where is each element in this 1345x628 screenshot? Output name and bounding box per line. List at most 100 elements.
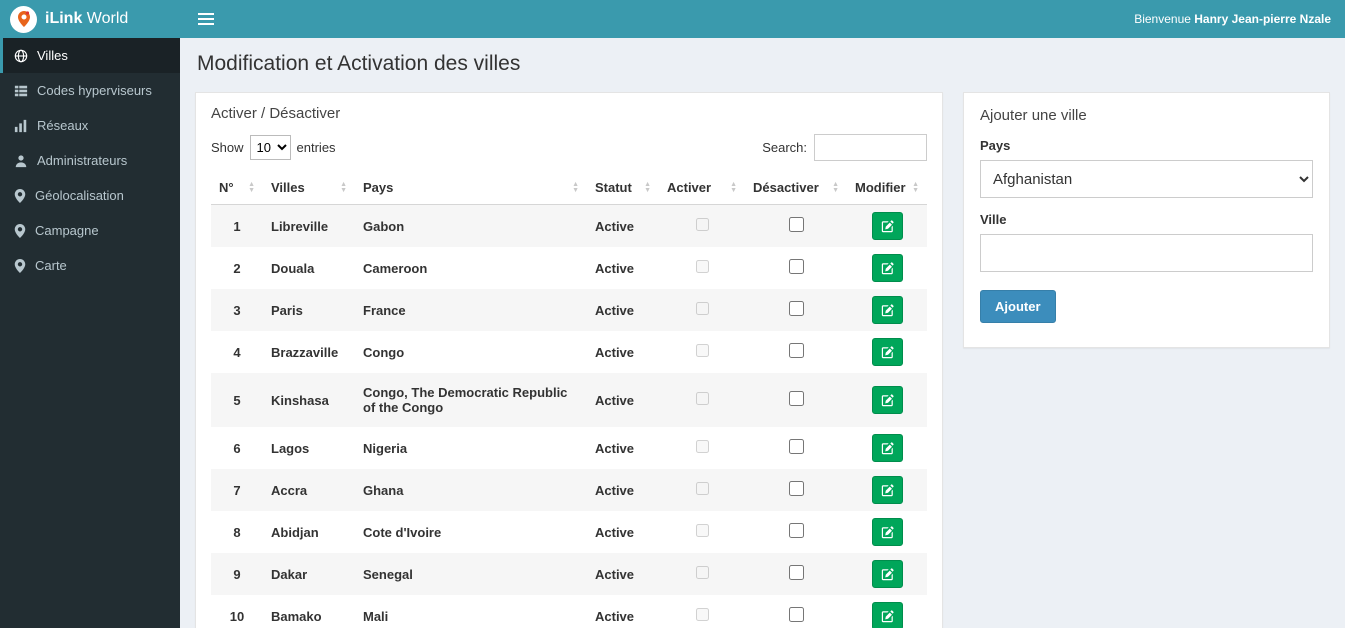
modifier-button[interactable]: [871, 560, 903, 588]
sidebar-item-label: Campagne: [35, 223, 99, 238]
logo-pin-icon: [17, 11, 31, 27]
column-header-activer[interactable]: ▲ ▼ Activer: [659, 171, 745, 205]
row-number: 3: [233, 302, 241, 318]
ville-input[interactable]: [980, 234, 1313, 272]
ville-label: Ville: [980, 212, 1007, 227]
sidebar-item-reseaux[interactable]: Réseaux: [0, 108, 180, 143]
ajouter-button[interactable]: Ajouter: [980, 290, 1056, 323]
villes-table-body: 1 Libreville Gabon Active 2 Douala Camer…: [211, 204, 927, 628]
sidebar-item-codes-hyperviseurs[interactable]: Codes hyperviseurs: [0, 73, 180, 108]
row-ville: Libreville: [271, 218, 329, 234]
desactiver-checkbox[interactable]: [788, 523, 804, 538]
sidebar-item-campagne[interactable]: Campagne: [0, 213, 180, 248]
modifier-button[interactable]: [871, 296, 903, 324]
search-input[interactable]: [814, 134, 927, 161]
sidebar-item-geolocalisation[interactable]: Géolocalisation: [0, 178, 180, 213]
column-header-num[interactable]: ▲ ▼ N°: [211, 171, 263, 205]
desactiver-checkbox[interactable]: [788, 391, 804, 406]
modifier-button[interactable]: [871, 338, 903, 366]
row-statut: Active: [595, 524, 635, 540]
row-pays: Senegal: [363, 566, 413, 582]
pays-select[interactable]: Afghanistan: [980, 160, 1313, 198]
modifier-button[interactable]: [871, 254, 903, 282]
desactiver-checkbox[interactable]: [788, 607, 804, 622]
bar-chart-icon: [14, 119, 28, 133]
row-ville: Abidjan: [271, 524, 319, 540]
modifier-button[interactable]: [871, 434, 903, 462]
desactiver-checkbox[interactable]: [788, 565, 804, 580]
row-statut: Active: [595, 482, 635, 498]
column-header-villes[interactable]: ▲ ▼ Villes: [263, 171, 355, 205]
row-pays: France: [363, 302, 406, 318]
sidebar: Villes Codes hyperviseurs Réseaux Admini…: [0, 38, 180, 628]
pays-label: Pays: [980, 138, 1011, 153]
activer-checkbox[interactable]: [695, 302, 709, 315]
row-ville: Paris: [271, 302, 303, 318]
add-city-panel: Ajouter une ville Pays Afghanistan Ville…: [963, 92, 1330, 348]
row-number: 10: [229, 608, 245, 624]
activer-checkbox[interactable]: [695, 608, 709, 621]
column-header-pays[interactable]: ▲ ▼ Pays: [355, 171, 587, 205]
row-pays: Gabon: [363, 218, 405, 234]
main-content: Modification et Activation des villes Ac…: [180, 0, 1345, 628]
edit-icon: [881, 261, 894, 275]
activation-panel: Activer / Désactiver Show 10 entries Sea…: [195, 92, 943, 628]
row-number: 1: [233, 218, 241, 234]
activer-checkbox[interactable]: [695, 392, 709, 405]
row-statut: Active: [595, 302, 635, 318]
map-marker-icon: [14, 223, 26, 238]
activer-checkbox[interactable]: [695, 440, 709, 453]
list-icon: [14, 84, 28, 98]
column-header-statut[interactable]: ▲ ▼ Statut: [587, 171, 659, 205]
sidebar-item-carte[interactable]: Carte: [0, 248, 180, 283]
activer-checkbox[interactable]: [695, 260, 709, 273]
column-label: Villes: [271, 180, 305, 195]
edit-icon: [881, 393, 894, 407]
activer-checkbox[interactable]: [695, 482, 709, 495]
table-row: 7 Accra Ghana Active: [211, 469, 927, 511]
desactiver-checkbox[interactable]: [788, 439, 804, 454]
modifier-button[interactable]: [871, 212, 903, 240]
activer-checkbox[interactable]: [695, 218, 709, 231]
welcome-message: Bienvenue Hanry Jean-pierre Nzale: [1134, 12, 1331, 26]
brand-name: iLink World: [45, 10, 128, 28]
row-number: 5: [233, 392, 241, 408]
desactiver-checkbox[interactable]: [788, 217, 804, 232]
column-label: Statut: [595, 180, 632, 195]
desactiver-checkbox[interactable]: [788, 301, 804, 316]
activer-checkbox[interactable]: [695, 566, 709, 579]
row-pays: Cote d'Ivoire: [363, 524, 442, 540]
entries-length-control: Show 10 entries: [211, 135, 336, 160]
modifier-button[interactable]: [871, 476, 903, 504]
modifier-button[interactable]: [871, 386, 903, 414]
desactiver-checkbox[interactable]: [788, 259, 804, 274]
row-ville: Bamako: [271, 608, 322, 624]
sidebar-item-villes[interactable]: Villes: [0, 38, 180, 73]
modifier-button[interactable]: [871, 518, 903, 546]
column-label: Activer: [667, 180, 712, 195]
column-label: N°: [219, 180, 234, 195]
entries-select[interactable]: 10: [249, 135, 291, 160]
column-header-modifier[interactable]: ▲ ▼ Modifier: [847, 171, 927, 205]
edit-icon: [881, 525, 894, 539]
menu-toggle-button[interactable]: [194, 7, 218, 31]
sort-icon: ▲ ▼: [730, 181, 737, 194]
row-pays: Ghana: [363, 482, 404, 498]
activer-checkbox[interactable]: [695, 344, 709, 357]
modifier-button[interactable]: [871, 602, 903, 628]
row-pays: Cameroon: [363, 260, 428, 276]
welcome-prefix: Bienvenue: [1134, 12, 1191, 26]
table-row: 4 Brazzaville Congo Active: [211, 331, 927, 373]
user-icon: [14, 154, 28, 168]
desactiver-checkbox[interactable]: [788, 481, 804, 496]
row-number: 6: [233, 440, 241, 456]
activer-checkbox[interactable]: [695, 524, 709, 537]
column-header-desactiver[interactable]: ▲ ▼ Désactiver: [745, 171, 847, 205]
sort-icon: ▲ ▼: [644, 181, 651, 194]
brand-bold: iLink: [45, 10, 83, 27]
search-control: Search:: [762, 134, 927, 161]
sidebar-item-administrateurs[interactable]: Administrateurs: [0, 143, 180, 178]
desactiver-checkbox[interactable]: [788, 343, 804, 358]
column-label: Pays: [363, 180, 394, 195]
row-number: 8: [233, 524, 241, 540]
